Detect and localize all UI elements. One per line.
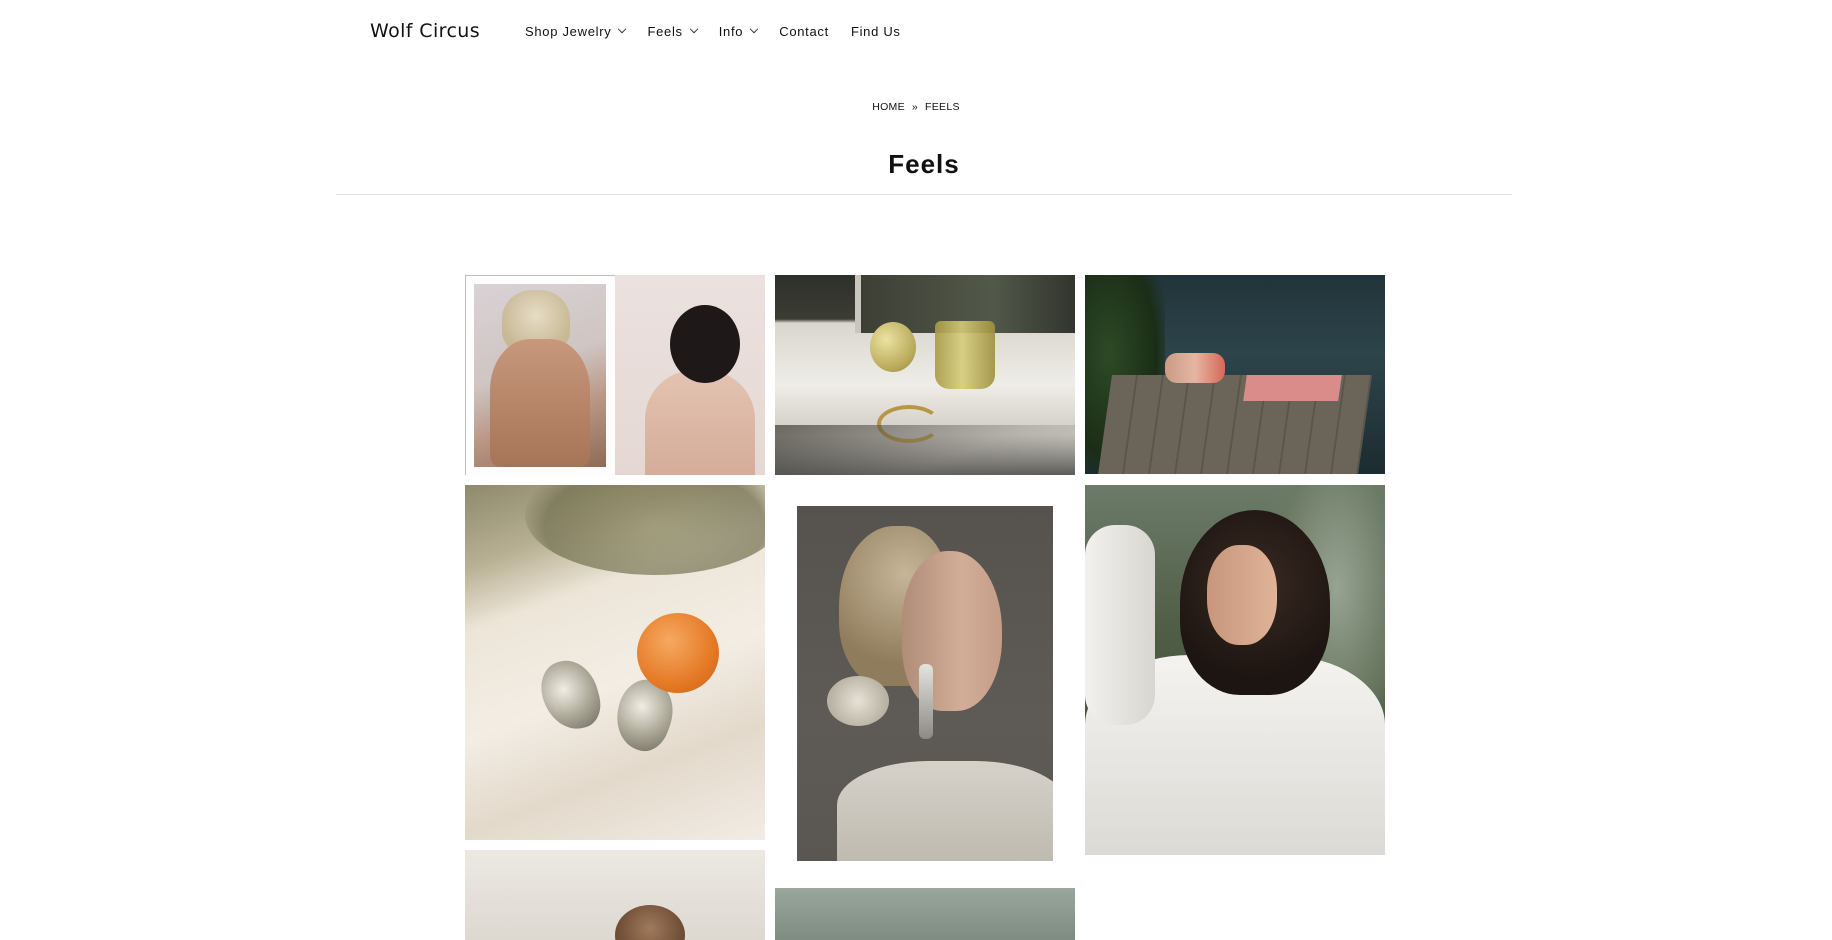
gallery-image-earrings-apricot[interactable] xyxy=(465,485,765,840)
site-header: Wolf Circus Shop Jewelry Feels Info Cont… xyxy=(0,0,1832,66)
nav-feels-label: Feels xyxy=(647,24,683,39)
site-logo[interactable]: Wolf Circus xyxy=(370,20,480,42)
breadcrumb: HOME » FEELS xyxy=(0,101,1832,113)
gallery-image-diptych[interactable] xyxy=(465,275,765,475)
glass-shape xyxy=(935,321,995,389)
face-shape xyxy=(902,551,1002,711)
gallery-image-partial[interactable] xyxy=(775,888,1075,940)
nav-shop-jewelry[interactable]: Shop Jewelry xyxy=(525,24,627,39)
gallery-image-dock[interactable] xyxy=(1085,275,1385,474)
head-shape xyxy=(615,905,685,940)
gallery-image-partial-portrait[interactable] xyxy=(465,850,765,940)
nav-info-label: Info xyxy=(718,24,744,39)
fabric-fold-shape xyxy=(525,485,765,575)
shirt-shape xyxy=(837,761,1053,861)
page: Wolf Circus Shop Jewelry Feels Info Cont… xyxy=(0,0,1832,940)
main-nav: Shop Jewelry Feels Info Contact Find Us xyxy=(525,24,923,39)
shadow-shape xyxy=(775,425,1075,475)
shoulder-shape xyxy=(490,339,590,467)
title-divider xyxy=(336,194,1512,195)
gallery-image-woman-white-blouse[interactable] xyxy=(1085,485,1385,855)
apricot-shape xyxy=(637,613,719,693)
nav-feels[interactable]: Feels xyxy=(647,24,698,39)
chevron-down-icon xyxy=(749,24,759,33)
nav-find-us[interactable]: Find Us xyxy=(851,24,901,39)
breadcrumb-home-link[interactable]: HOME xyxy=(872,101,905,113)
drop-earring-shape xyxy=(919,664,933,739)
nav-contact-label: Contact xyxy=(779,24,829,39)
shoulder-shape xyxy=(645,370,755,475)
nav-contact[interactable]: Contact xyxy=(779,24,829,39)
lemon-shape xyxy=(870,322,916,372)
person-shape xyxy=(1165,353,1225,383)
earring-shape xyxy=(534,654,607,736)
nav-find-us-label: Find Us xyxy=(850,24,901,39)
diptych-left-panel xyxy=(465,275,616,475)
dark-haired-woman-photo xyxy=(615,275,765,475)
arm-shape xyxy=(1085,525,1155,725)
scrunchie-shape xyxy=(827,676,889,726)
towel-shape xyxy=(1243,375,1342,401)
chevron-down-icon xyxy=(618,24,627,33)
nav-shop-jewelry-label: Shop Jewelry xyxy=(525,24,612,39)
breadcrumb-current: FEELS xyxy=(925,101,960,113)
page-title: Feels xyxy=(888,149,960,179)
nav-info[interactable]: Info xyxy=(718,24,759,39)
chevron-down-icon xyxy=(689,24,698,33)
face-shape xyxy=(1207,545,1277,645)
breadcrumb-separator: » xyxy=(911,101,919,113)
hair-shape xyxy=(670,305,740,383)
blonde-woman-photo xyxy=(474,284,606,467)
gallery-image-still-life[interactable] xyxy=(775,275,1075,475)
gallery-image-profile-portrait[interactable] xyxy=(797,506,1053,861)
